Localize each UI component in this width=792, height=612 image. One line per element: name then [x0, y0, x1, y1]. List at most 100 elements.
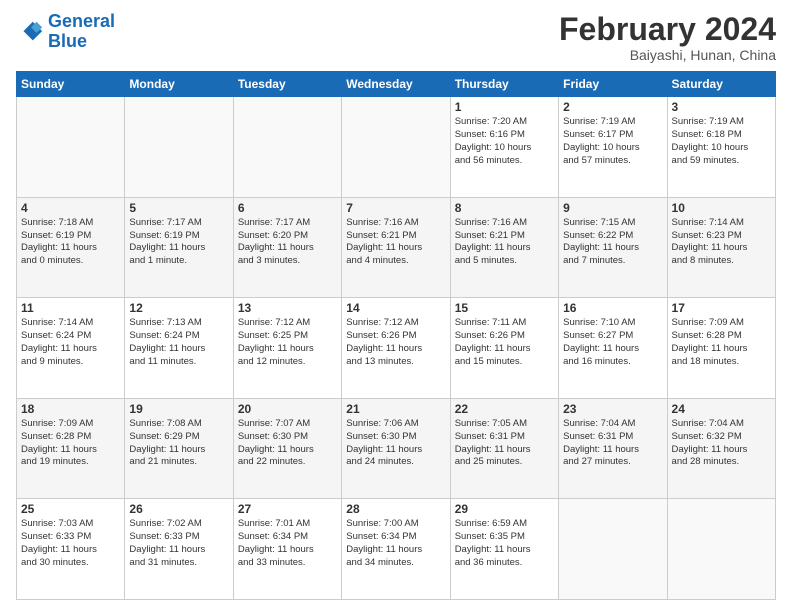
- calendar-cell: [125, 97, 233, 198]
- day-info: Sunrise: 7:10 AM Sunset: 6:27 PM Dayligh…: [563, 317, 662, 368]
- calendar-cell: 17 Sunrise: 7:09 AM Sunset: 6:28 PM Dayli…: [667, 298, 775, 399]
- logo-icon: [16, 18, 44, 46]
- calendar-cell: [17, 97, 125, 198]
- calendar-cell: 21 Sunrise: 7:06 AM Sunset: 6:30 PM Dayli…: [342, 398, 450, 499]
- calendar-cell: 2 Sunrise: 7:19 AM Sunset: 6:17 PM Daylig…: [559, 97, 667, 198]
- day-info: Sunrise: 7:11 AM Sunset: 6:26 PM Dayligh…: [455, 317, 554, 368]
- day-number: 25: [21, 502, 120, 516]
- day-number: 2: [563, 100, 662, 114]
- month-title: February 2024: [559, 12, 776, 47]
- calendar-cell: 16 Sunrise: 7:10 AM Sunset: 6:27 PM Dayli…: [559, 298, 667, 399]
- day-number: 11: [21, 301, 120, 315]
- logo-text: General Blue: [48, 12, 115, 52]
- day-info: Sunrise: 7:03 AM Sunset: 6:33 PM Dayligh…: [21, 518, 120, 569]
- weekday-header-saturday: Saturday: [667, 72, 775, 97]
- calendar-table: SundayMondayTuesdayWednesdayThursdayFrid…: [16, 71, 776, 600]
- day-number: 10: [672, 201, 771, 215]
- calendar-cell: [559, 499, 667, 600]
- week-row-3: 11 Sunrise: 7:14 AM Sunset: 6:24 PM Dayli…: [17, 298, 776, 399]
- calendar-cell: 15Sunrise: 7:11 AM Sunset: 6:26 PM Dayli…: [450, 298, 558, 399]
- day-info: Sunrise: 7:06 AM Sunset: 6:30 PM Dayligh…: [346, 418, 445, 469]
- day-info: Sunrise: 7:16 AM Sunset: 6:21 PM Dayligh…: [455, 217, 554, 268]
- calendar-cell: 25 Sunrise: 7:03 AM Sunset: 6:33 PM Dayli…: [17, 499, 125, 600]
- calendar-cell: 12Sunrise: 7:13 AM Sunset: 6:24 PM Dayli…: [125, 298, 233, 399]
- calendar-cell: 22 Sunrise: 7:05 AM Sunset: 6:31 PM Dayli…: [450, 398, 558, 499]
- day-number: 6: [238, 201, 337, 215]
- calendar-cell: [667, 499, 775, 600]
- day-info: Sunrise: 7:00 AM Sunset: 6:34 PM Dayligh…: [346, 518, 445, 569]
- week-row-5: 25 Sunrise: 7:03 AM Sunset: 6:33 PM Dayli…: [17, 499, 776, 600]
- calendar-cell: 19Sunrise: 7:08 AM Sunset: 6:29 PM Dayli…: [125, 398, 233, 499]
- day-number: 17: [672, 301, 771, 315]
- day-number: 5: [129, 201, 228, 215]
- day-number: 1: [455, 100, 554, 114]
- day-info: Sunrise: 7:02 AM Sunset: 6:33 PM Dayligh…: [129, 518, 228, 569]
- location: Baiyashi, Hunan, China: [559, 47, 776, 63]
- calendar-cell: 18 Sunrise: 7:09 AM Sunset: 6:28 PM Dayli…: [17, 398, 125, 499]
- weekday-header-monday: Monday: [125, 72, 233, 97]
- calendar-cell: 4Sunrise: 7:18 AM Sunset: 6:19 PM Daylig…: [17, 197, 125, 298]
- day-info: Sunrise: 6:59 AM Sunset: 6:35 PM Dayligh…: [455, 518, 554, 569]
- week-row-1: 1 Sunrise: 7:20 AM Sunset: 6:16 PM Daylig…: [17, 97, 776, 198]
- day-info: Sunrise: 7:17 AM Sunset: 6:20 PM Dayligh…: [238, 217, 337, 268]
- day-info: Sunrise: 7:14 AM Sunset: 6:24 PM Dayligh…: [21, 317, 120, 368]
- day-info: Sunrise: 7:07 AM Sunset: 6:30 PM Dayligh…: [238, 418, 337, 469]
- day-info: Sunrise: 7:09 AM Sunset: 6:28 PM Dayligh…: [672, 317, 771, 368]
- calendar-cell: [342, 97, 450, 198]
- day-number: 19: [129, 402, 228, 416]
- day-number: 26: [129, 502, 228, 516]
- weekday-header-row: SundayMondayTuesdayWednesdayThursdayFrid…: [17, 72, 776, 97]
- calendar-cell: 26 Sunrise: 7:02 AM Sunset: 6:33 PM Dayli…: [125, 499, 233, 600]
- day-number: 9: [563, 201, 662, 215]
- day-number: 14: [346, 301, 445, 315]
- day-info: Sunrise: 7:12 AM Sunset: 6:26 PM Dayligh…: [346, 317, 445, 368]
- week-row-4: 18 Sunrise: 7:09 AM Sunset: 6:28 PM Dayli…: [17, 398, 776, 499]
- calendar-cell: 11 Sunrise: 7:14 AM Sunset: 6:24 PM Dayli…: [17, 298, 125, 399]
- day-number: 18: [21, 402, 120, 416]
- day-info: Sunrise: 7:19 AM Sunset: 6:17 PM Dayligh…: [563, 116, 662, 167]
- day-number: 13: [238, 301, 337, 315]
- calendar-cell: 6 Sunrise: 7:17 AM Sunset: 6:20 PM Daylig…: [233, 197, 341, 298]
- day-number: 22: [455, 402, 554, 416]
- day-info: Sunrise: 7:05 AM Sunset: 6:31 PM Dayligh…: [455, 418, 554, 469]
- day-number: 23: [563, 402, 662, 416]
- page: General Blue February 2024 Baiyashi, Hun…: [0, 0, 792, 612]
- day-number: 21: [346, 402, 445, 416]
- calendar-cell: 10Sunrise: 7:14 AM Sunset: 6:23 PM Dayli…: [667, 197, 775, 298]
- day-info: Sunrise: 7:17 AM Sunset: 6:19 PM Dayligh…: [129, 217, 228, 268]
- weekday-header-friday: Friday: [559, 72, 667, 97]
- calendar-cell: 9 Sunrise: 7:15 AM Sunset: 6:22 PM Daylig…: [559, 197, 667, 298]
- calendar-cell: 29 Sunrise: 6:59 AM Sunset: 6:35 PM Dayli…: [450, 499, 558, 600]
- calendar-cell: 8 Sunrise: 7:16 AM Sunset: 6:21 PM Daylig…: [450, 197, 558, 298]
- day-number: 28: [346, 502, 445, 516]
- calendar-cell: 13 Sunrise: 7:12 AM Sunset: 6:25 PM Dayli…: [233, 298, 341, 399]
- title-area: February 2024 Baiyashi, Hunan, China: [559, 12, 776, 63]
- day-info: Sunrise: 7:20 AM Sunset: 6:16 PM Dayligh…: [455, 116, 554, 167]
- calendar-cell: 27Sunrise: 7:01 AM Sunset: 6:34 PM Dayli…: [233, 499, 341, 600]
- day-info: Sunrise: 7:09 AM Sunset: 6:28 PM Dayligh…: [21, 418, 120, 469]
- day-number: 4: [21, 201, 120, 215]
- day-info: Sunrise: 7:16 AM Sunset: 6:21 PM Dayligh…: [346, 217, 445, 268]
- calendar-cell: 5 Sunrise: 7:17 AM Sunset: 6:19 PM Daylig…: [125, 197, 233, 298]
- day-info: Sunrise: 7:12 AM Sunset: 6:25 PM Dayligh…: [238, 317, 337, 368]
- day-info: Sunrise: 7:04 AM Sunset: 6:32 PM Dayligh…: [672, 418, 771, 469]
- weekday-header-wednesday: Wednesday: [342, 72, 450, 97]
- day-number: 29: [455, 502, 554, 516]
- day-number: 27: [238, 502, 337, 516]
- day-info: Sunrise: 7:13 AM Sunset: 6:24 PM Dayligh…: [129, 317, 228, 368]
- calendar-cell: 24 Sunrise: 7:04 AM Sunset: 6:32 PM Dayli…: [667, 398, 775, 499]
- header: General Blue February 2024 Baiyashi, Hun…: [16, 12, 776, 63]
- calendar-cell: 20 Sunrise: 7:07 AM Sunset: 6:30 PM Dayli…: [233, 398, 341, 499]
- day-number: 20: [238, 402, 337, 416]
- calendar-cell: 7Sunrise: 7:16 AM Sunset: 6:21 PM Daylig…: [342, 197, 450, 298]
- day-number: 3: [672, 100, 771, 114]
- day-number: 24: [672, 402, 771, 416]
- day-number: 8: [455, 201, 554, 215]
- logo: General Blue: [16, 12, 115, 52]
- week-row-2: 4Sunrise: 7:18 AM Sunset: 6:19 PM Daylig…: [17, 197, 776, 298]
- day-number: 16: [563, 301, 662, 315]
- logo-general: General: [48, 11, 115, 31]
- calendar-cell: 14 Sunrise: 7:12 AM Sunset: 6:26 PM Dayli…: [342, 298, 450, 399]
- calendar-cell: 23Sunrise: 7:04 AM Sunset: 6:31 PM Dayli…: [559, 398, 667, 499]
- day-info: Sunrise: 7:15 AM Sunset: 6:22 PM Dayligh…: [563, 217, 662, 268]
